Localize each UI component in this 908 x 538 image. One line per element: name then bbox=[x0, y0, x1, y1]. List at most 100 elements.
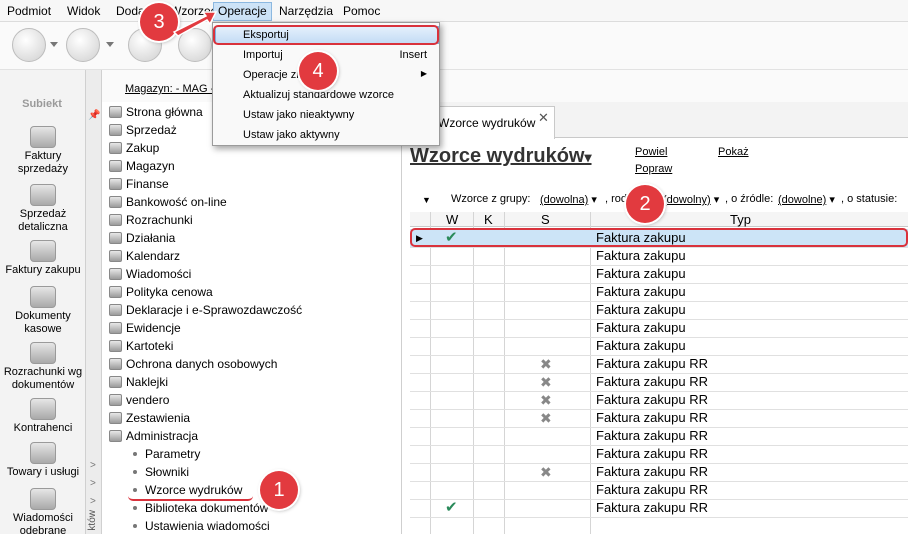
module-icon bbox=[109, 358, 122, 370]
tree-subnode[interactable]: Parametry bbox=[133, 445, 200, 463]
tree-subnode[interactable]: Biblioteka dokumentów bbox=[133, 499, 268, 517]
tree-node[interactable]: Sprzedaż bbox=[109, 121, 177, 139]
pin-icon[interactable]: 📌 bbox=[88, 110, 100, 121]
filter-kind-select[interactable]: (dowolny) ▾ bbox=[663, 193, 719, 206]
tree-node[interactable]: Administracja bbox=[109, 427, 198, 445]
tree-node[interactable]: Działania bbox=[109, 229, 176, 247]
filter-source-select[interactable]: (dowolne) ▾ bbox=[778, 193, 835, 206]
grid-row-divider bbox=[410, 517, 908, 518]
tree-subnode-label: Ustawienia wiadomości bbox=[145, 519, 270, 533]
table-row[interactable]: ✔ Faktura zakupu RR bbox=[410, 499, 908, 517]
menu-pomoc[interactable]: Pomoc bbox=[343, 4, 380, 18]
nav-towary-i-uslugi[interactable]: Towary i usługi bbox=[0, 442, 86, 479]
menu-item-ustaw-aktywny[interactable]: Ustaw jako aktywny bbox=[243, 129, 340, 141]
tree-node[interactable]: Polityka cenowa bbox=[109, 283, 213, 301]
menu-widok[interactable]: Widok bbox=[67, 4, 100, 18]
messages-icon bbox=[30, 488, 56, 510]
menu-item-importuj[interactable]: Importuj bbox=[243, 49, 283, 61]
table-row[interactable]: Faktura zakupu bbox=[410, 337, 908, 355]
toolbar-forward-dropdown-icon[interactable] bbox=[106, 42, 114, 47]
table-row[interactable]: Faktura zakupu RR bbox=[410, 445, 908, 463]
pokaz-link[interactable]: Pokaż bbox=[718, 146, 749, 158]
cross-icon: ✖ bbox=[540, 356, 552, 372]
magazyn-selector[interactable]: Magazyn: - MAG - bbox=[125, 83, 214, 95]
module-icon bbox=[109, 142, 122, 154]
toolbar-back-dropdown-icon[interactable] bbox=[50, 42, 58, 47]
menu-item-aktualizuj-wzorce[interactable]: Aktualizuj standardowe wzorce bbox=[243, 89, 394, 101]
tree-subnode[interactable]: Ustawienia wiadomości bbox=[133, 517, 270, 535]
tree-node[interactable]: Wiadomości bbox=[109, 265, 191, 283]
module-icon bbox=[109, 178, 122, 190]
nav-faktury-zakupu[interactable]: Faktury zakupu bbox=[0, 240, 86, 277]
module-icon bbox=[109, 286, 122, 298]
nav-sprzedaz-detaliczna[interactable]: Sprzedaż detaliczna bbox=[0, 184, 86, 234]
tree-node[interactable]: Kalendarz bbox=[109, 247, 180, 265]
page-title[interactable]: Wzorce wydruków▾ bbox=[410, 145, 592, 168]
nav-wiadomosci-odebrane[interactable]: Wiadomości odebrane bbox=[0, 488, 86, 538]
nav-dokumenty-kasowe[interactable]: Dokumenty kasowe bbox=[0, 286, 86, 336]
tree-node[interactable]: Naklejki bbox=[109, 373, 168, 391]
column-header-typ[interactable]: Typ bbox=[730, 212, 751, 227]
tree-node[interactable]: Finanse bbox=[109, 175, 169, 193]
bullet-icon bbox=[133, 470, 137, 474]
table-row[interactable]: ✖ Faktura zakupu RR bbox=[410, 355, 908, 373]
menubar: Podmiot Widok Dodaj Wzorzec Operacje Nar… bbox=[0, 0, 908, 22]
table-row[interactable]: Faktura zakupu bbox=[410, 301, 908, 319]
nav-kontrahenci[interactable]: Kontrahenci bbox=[0, 398, 86, 435]
tree-node[interactable]: Bankowość on-line bbox=[109, 193, 227, 211]
tree-node[interactable]: Rozrachunki bbox=[109, 211, 193, 229]
chevron-right-icon[interactable]: > bbox=[90, 460, 96, 471]
table-row[interactable]: ✖ Faktura zakupu RR bbox=[410, 373, 908, 391]
tree-node[interactable]: Magazyn bbox=[109, 157, 175, 175]
tree-node-label: Zestawienia bbox=[126, 411, 191, 425]
cell-typ: Faktura zakupu RR bbox=[596, 374, 708, 389]
column-header-w[interactable]: W bbox=[446, 212, 458, 227]
menu-item-ustaw-nieaktywny[interactable]: Ustaw jako nieaktywny bbox=[243, 109, 354, 121]
filter-group-select[interactable]: (dowolna) ▾ bbox=[540, 193, 597, 206]
table-row[interactable]: Faktura zakupu bbox=[410, 265, 908, 283]
nav-rozrachunki[interactable]: Rozrachunki wg dokumentów bbox=[0, 342, 86, 392]
tree-node[interactable]: Kartoteki bbox=[109, 337, 173, 355]
nav-faktury-sprzedazy[interactable]: Faktury sprzedaży bbox=[0, 126, 86, 176]
filter-group-label: Wzorce z grupy: bbox=[451, 193, 531, 205]
tree-node[interactable]: Zestawienia bbox=[109, 409, 191, 427]
menu-podmiot[interactable]: Podmiot bbox=[7, 4, 51, 18]
menu-operacje[interactable]: Operacje bbox=[213, 2, 272, 21]
module-icon bbox=[109, 268, 122, 280]
tree-node-label: Działania bbox=[126, 231, 176, 245]
annotation-box-selected-row bbox=[410, 228, 908, 247]
tree-node[interactable]: vendero bbox=[109, 391, 169, 409]
collapse-strip[interactable]: > > > któw bbox=[86, 70, 102, 534]
menu-narzedzia[interactable]: Narzędzia bbox=[279, 4, 333, 18]
popraw-link[interactable]: Popraw bbox=[635, 163, 672, 175]
tree-node[interactable]: Ewidencje bbox=[109, 319, 181, 337]
cell-typ: Faktura zakupu RR bbox=[596, 482, 708, 497]
bullet-icon bbox=[133, 452, 137, 456]
templates-grid: W K S Typ ▶ ✔ Faktura zakupu Faktura zakupu… bbox=[410, 212, 908, 534]
powiel-link[interactable]: Powiel bbox=[635, 146, 667, 158]
module-icon bbox=[109, 322, 122, 334]
tree-node[interactable]: Deklaracje i e-Sprawozdawczość bbox=[109, 301, 302, 319]
table-row[interactable]: Faktura zakupu RR bbox=[410, 427, 908, 445]
close-icon[interactable]: ✕ bbox=[538, 110, 549, 126]
column-header-s[interactable]: S bbox=[541, 212, 550, 227]
column-header-k[interactable]: K bbox=[484, 212, 493, 227]
cell-typ: Faktura zakupu bbox=[596, 302, 686, 317]
cross-icon: ✖ bbox=[540, 410, 552, 426]
table-row[interactable]: ✖ Faktura zakupu RR bbox=[410, 463, 908, 481]
tree-node[interactable]: Zakup bbox=[109, 139, 159, 157]
purchase-invoice-icon bbox=[30, 240, 56, 262]
tree-node[interactable]: Ochrona danych osobowych bbox=[109, 355, 277, 373]
filter-toggle-icon[interactable]: ▼ bbox=[422, 195, 431, 205]
table-row[interactable]: Faktura zakupu bbox=[410, 283, 908, 301]
tree-node[interactable]: Strona główna bbox=[109, 103, 203, 121]
toolbar-back-button[interactable] bbox=[12, 28, 46, 62]
chevron-right-icon[interactable]: > bbox=[90, 478, 96, 489]
toolbar-forward-button[interactable] bbox=[66, 28, 100, 62]
table-row[interactable]: Faktura zakupu bbox=[410, 247, 908, 265]
table-row[interactable]: Faktura zakupu bbox=[410, 319, 908, 337]
table-row[interactable]: ✖ Faktura zakupu RR bbox=[410, 409, 908, 427]
table-row[interactable]: ✖ Faktura zakupu RR bbox=[410, 391, 908, 409]
table-row[interactable]: Faktura zakupu RR bbox=[410, 481, 908, 499]
chevron-right-icon[interactable]: > bbox=[90, 496, 96, 507]
